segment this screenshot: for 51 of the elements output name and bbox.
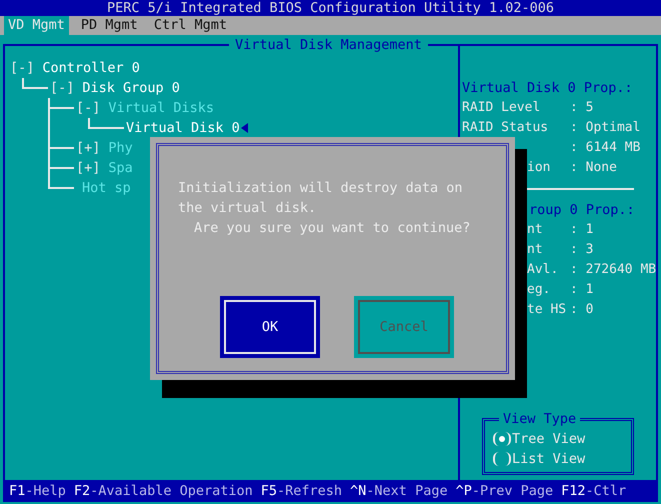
- dialog-message: the virtual disk.: [178, 199, 318, 218]
- tree-item[interactable]: Controller 0: [42, 58, 140, 78]
- radio-label[interactable]: List View: [512, 448, 586, 470]
- property-label: nt: [527, 242, 543, 258]
- properties-title: roup 0 Prop.:: [528, 201, 636, 220]
- cursor-arrow-icon: [240, 123, 248, 133]
- title-bar: PERC 5/i Integrated BIOS Configuration Utility 1.02-006: [0, 0, 661, 16]
- dialog-button[interactable]: Cancel: [354, 296, 454, 358]
- property-value: : 5: [570, 99, 594, 118]
- property-label: ion: [527, 160, 550, 176]
- property-label: te HS: [527, 302, 566, 318]
- property-label: nt: [527, 222, 543, 238]
- tree-item[interactable]: Hot sp: [82, 178, 131, 198]
- tree-item[interactable]: Virtual Disks: [108, 98, 214, 118]
- shortcut-hint: F5-Refresh: [260, 482, 342, 501]
- property-label: Avl.: [527, 262, 558, 278]
- tree-item[interactable]: Spa: [108, 158, 133, 178]
- properties-title: Virtual Disk 0 Prop.:: [462, 79, 634, 98]
- shortcut-hint: F12-Ctlr: [561, 482, 626, 501]
- property-label: RAID Level: [462, 100, 540, 116]
- expand-toggle[interactable]: [-]: [50, 78, 74, 98]
- tab[interactable]: VD Mgmt: [4, 16, 69, 35]
- property-value: : 0: [570, 301, 594, 320]
- property-label: RAID Status: [462, 120, 548, 136]
- expand-toggle[interactable]: [+]: [76, 138, 100, 158]
- shortcut-hint: F2-Available Operation: [74, 482, 253, 501]
- tab[interactable]: PD Mgmt: [76, 16, 142, 35]
- property-value: : None: [570, 159, 617, 178]
- property-value: : 1: [570, 221, 594, 240]
- expand-toggle[interactable]: [-]: [76, 98, 100, 118]
- property-label: eg.: [527, 282, 550, 298]
- property-value: : 272640 MB: [570, 261, 656, 280]
- expand-toggle[interactable]: [+]: [76, 158, 100, 178]
- expand-toggle[interactable]: [-]: [10, 58, 34, 78]
- property-value: : Optimal: [570, 119, 640, 138]
- shortcut-hint: ^P-Prev Page: [456, 482, 554, 501]
- tree-item[interactable]: Disk Group 0: [82, 78, 180, 98]
- radio-label[interactable]: Tree View: [512, 428, 586, 450]
- dialog-button[interactable]: OK: [220, 296, 320, 358]
- shortcut-hint: ^N-Next Page: [350, 482, 448, 501]
- shortcut-hint: F1-Help: [9, 482, 66, 501]
- tree-item[interactable]: Virtual Disk 0: [126, 118, 248, 138]
- property-value: : 3: [570, 241, 594, 260]
- property-value: : 6144 MB: [570, 139, 640, 158]
- dialog-question: Are you sure you want to continue?: [194, 219, 472, 238]
- radio-button[interactable]: [493, 452, 511, 466]
- radio-button[interactable]: [493, 432, 511, 446]
- dialog-message: Initialization will destroy data on: [178, 179, 464, 198]
- tree-item[interactable]: Phy: [108, 138, 133, 158]
- property-value: : 1: [570, 281, 594, 300]
- tab[interactable]: Ctrl Mgmt: [150, 16, 231, 35]
